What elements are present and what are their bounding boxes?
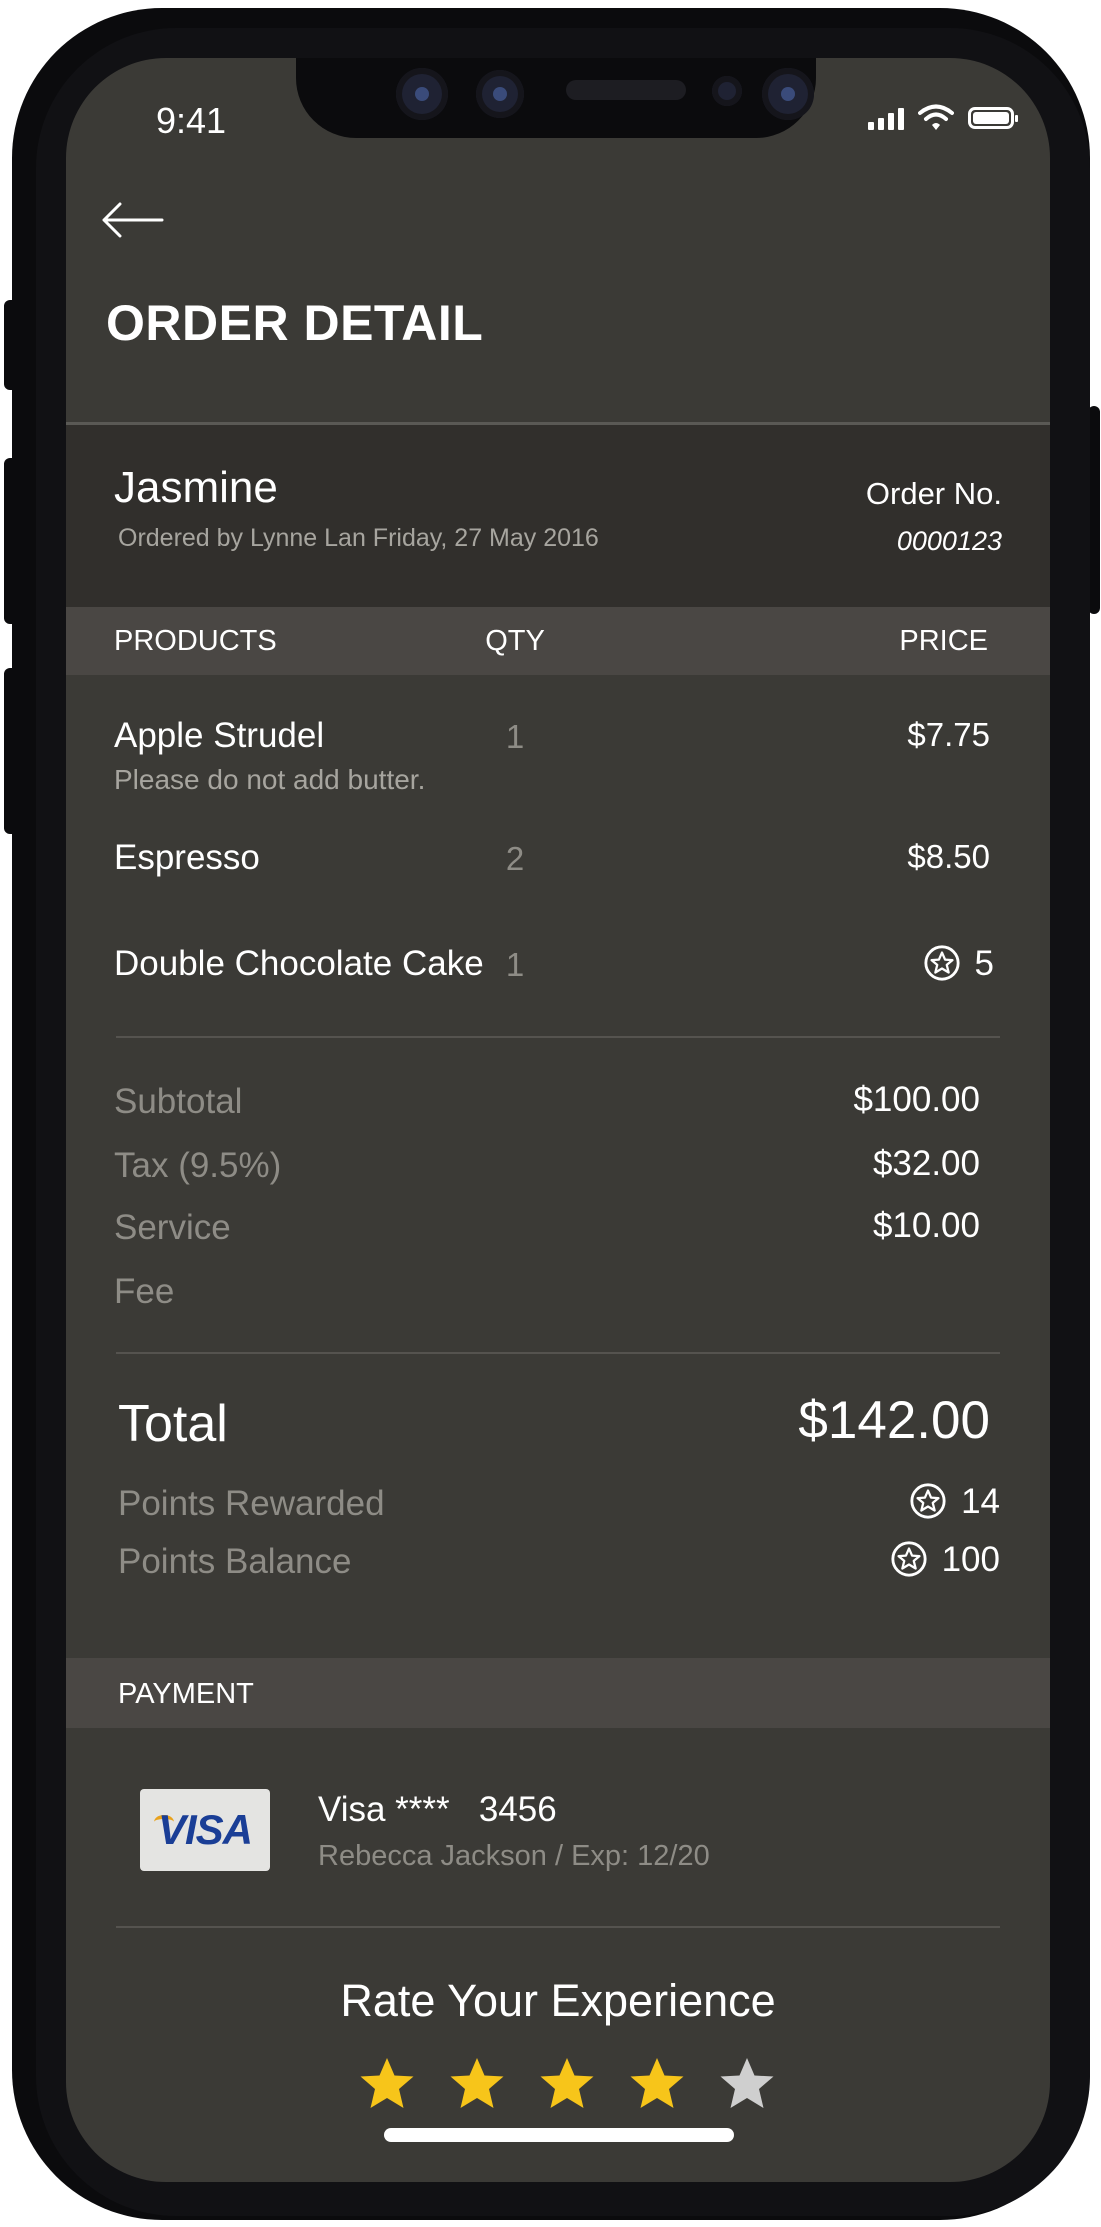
product-points-price: 5 xyxy=(923,944,994,982)
points-rewarded-label: Points Rewarded xyxy=(118,1484,385,1523)
points-rewarded-number: 14 xyxy=(961,1481,1000,1521)
product-qty: 1 xyxy=(505,718,525,755)
column-header-qty: QTY xyxy=(485,625,545,657)
product-qty: 2 xyxy=(505,840,525,877)
card-brand-text: VISA xyxy=(157,1806,253,1853)
sensor-icon xyxy=(712,76,742,106)
arrow-left-icon[interactable] xyxy=(100,200,164,240)
star-filled-icon[interactable] xyxy=(628,2056,686,2112)
home-indicator[interactable] xyxy=(384,2128,734,2142)
wifi-icon xyxy=(918,104,954,130)
speaker-grille xyxy=(566,80,686,100)
page-title: ORDER DETAIL xyxy=(106,295,484,351)
product-name: Espresso xyxy=(114,838,260,877)
service-fee-label-line2: Fee xyxy=(114,1272,175,1311)
points-coin-icon xyxy=(910,1483,946,1519)
battery-icon xyxy=(968,107,1018,129)
order-number: 0000123 xyxy=(896,526,1002,556)
card-number: Visa **** 3456 xyxy=(318,1790,557,1829)
column-header-price: PRICE xyxy=(899,625,988,657)
order-summary-header xyxy=(66,425,1050,607)
cellular-signal-icon xyxy=(868,106,904,130)
sensor-icon xyxy=(396,68,448,120)
points-balance-label: Points Balance xyxy=(118,1542,352,1581)
points-balance-number: 100 xyxy=(941,1539,1000,1579)
product-price: $8.50 xyxy=(907,838,990,875)
order-number-label: Order No. xyxy=(865,476,1002,511)
customer-name: Jasmine xyxy=(114,463,278,512)
product-qty: 1 xyxy=(505,946,525,983)
points-price-value: 5 xyxy=(974,943,994,983)
app-screen: 9:41 ORDER DETAIL Jasmine Ordered by Lyn… xyxy=(66,58,1050,2182)
product-note: Please do not add butter. xyxy=(114,764,426,795)
service-fee-value: $10.00 xyxy=(872,1206,980,1245)
star-empty-icon[interactable] xyxy=(718,2056,776,2112)
divider xyxy=(116,1352,1000,1354)
service-fee-label: Service xyxy=(114,1208,231,1247)
notch xyxy=(296,58,816,138)
rating-stars xyxy=(358,2056,776,2112)
ordered-by-text: Ordered by Lynne Lan Friday, 27 May 2016 xyxy=(118,524,599,552)
card-holder-expiry: Rebecca Jackson / Exp: 12/20 xyxy=(318,1840,710,1872)
rate-experience-prompt: Rate Your Experience xyxy=(340,1975,776,2026)
payment-section-header: PAYMENT xyxy=(66,1658,1050,1728)
star-filled-icon[interactable] xyxy=(358,2056,416,2112)
divider xyxy=(116,1036,1000,1038)
tax-value: $32.00 xyxy=(872,1144,980,1183)
subtotal-label: Subtotal xyxy=(114,1082,243,1121)
front-camera-icon xyxy=(762,68,814,120)
column-header-products: PRODUCTS xyxy=(114,625,277,657)
status-time: 9:41 xyxy=(156,100,227,141)
subtotal-value: $100.00 xyxy=(853,1080,980,1119)
payment-header-label: PAYMENT xyxy=(118,1678,254,1710)
points-rewarded-value: 14 xyxy=(909,1482,1000,1520)
product-price: $7.75 xyxy=(907,716,990,753)
products-table-header: PRODUCTS QTY PRICE xyxy=(66,607,1050,675)
visa-card-logo: VISA xyxy=(140,1789,270,1871)
status-icons xyxy=(868,100,1018,136)
product-name: Double Chocolate Cake xyxy=(114,944,484,983)
points-balance-value: 100 xyxy=(890,1540,1000,1578)
star-filled-icon[interactable] xyxy=(538,2056,596,2112)
total-label: Total xyxy=(118,1395,228,1453)
sensor-icon xyxy=(476,70,524,118)
star-filled-icon[interactable] xyxy=(448,2056,506,2112)
points-coin-icon xyxy=(923,945,960,981)
divider xyxy=(116,1926,1000,1928)
total-value: $142.00 xyxy=(798,1391,990,1450)
points-coin-icon xyxy=(891,1541,927,1577)
product-name: Apple Strudel xyxy=(114,716,325,755)
tax-label: Tax (9.5%) xyxy=(114,1146,282,1185)
